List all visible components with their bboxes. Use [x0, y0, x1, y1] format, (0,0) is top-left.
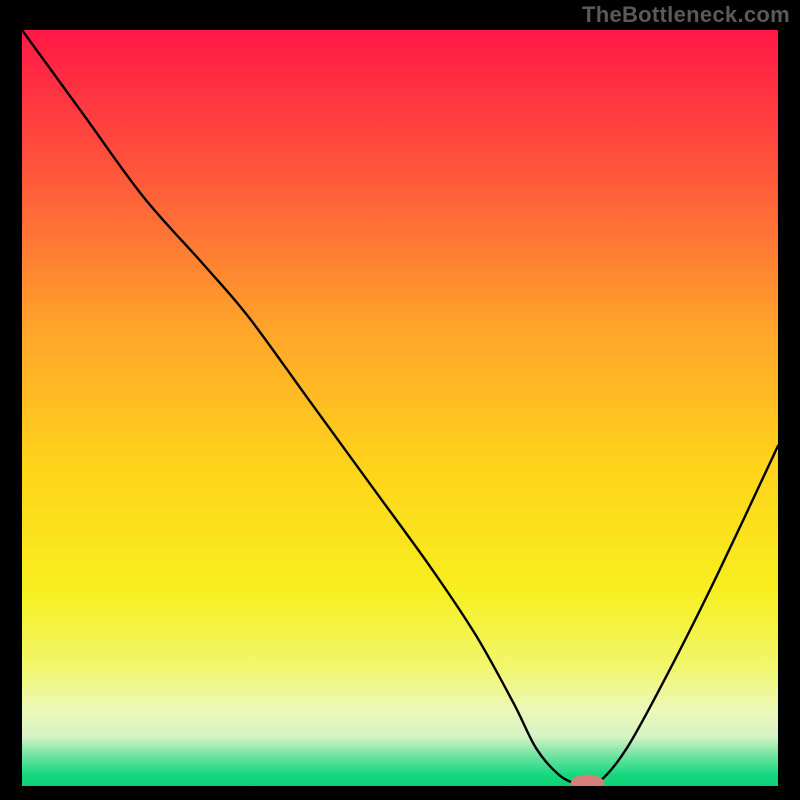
chart-svg	[22, 30, 778, 786]
watermark-text: TheBottleneck.com	[582, 2, 790, 28]
plot-area	[22, 30, 778, 786]
chart-container: TheBottleneck.com	[0, 0, 800, 800]
gradient-background	[22, 30, 778, 786]
